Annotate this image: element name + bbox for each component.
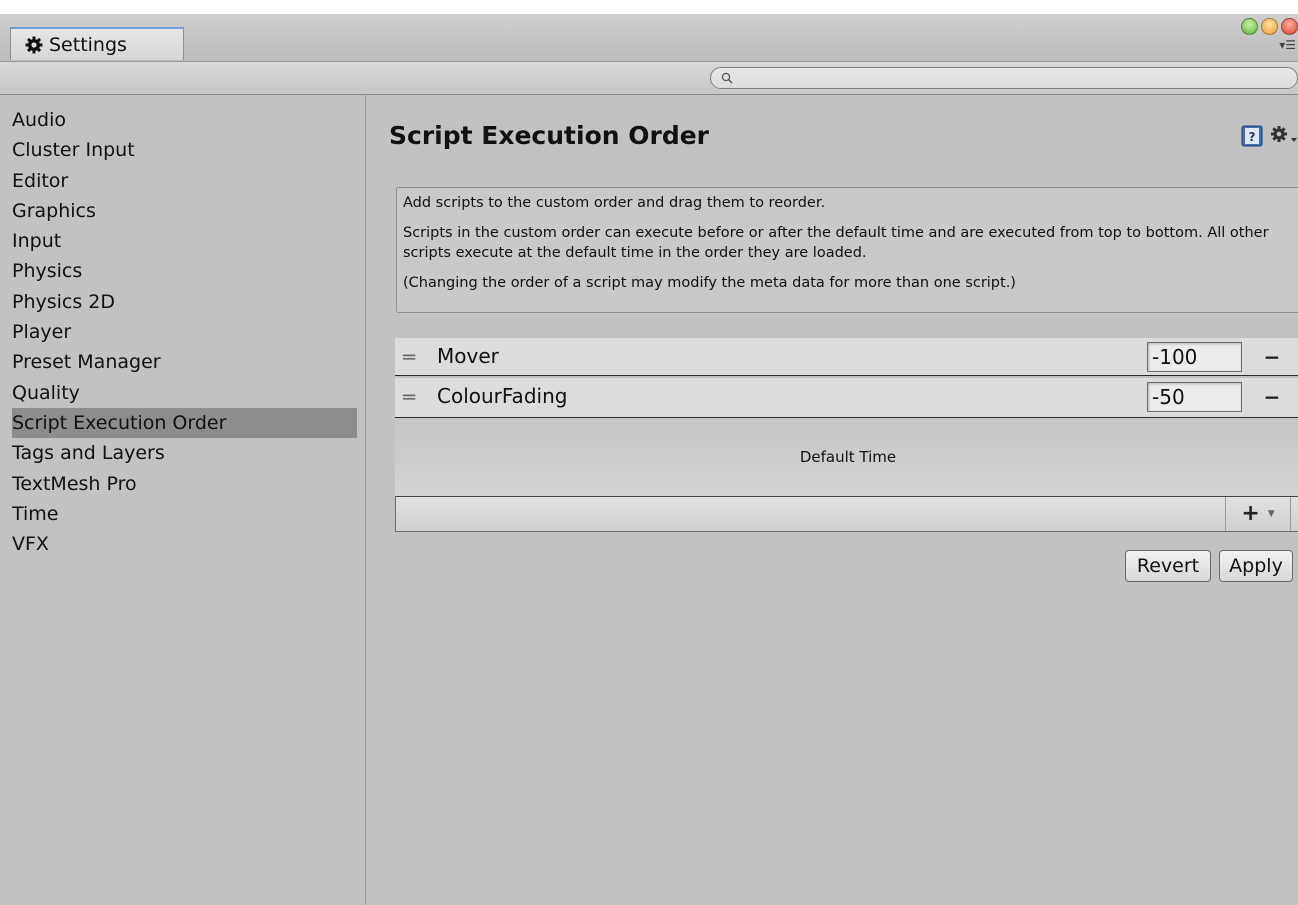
sidebar-item-tags-and-layers[interactable]: Tags and Layers: [0, 438, 345, 468]
window-controls: [1228, 18, 1298, 38]
minimize-button[interactable]: [1261, 18, 1278, 35]
sidebar-item-input[interactable]: Input: [0, 226, 345, 256]
sidebar: Audio Cluster Input Editor Graphics Inpu…: [0, 95, 366, 905]
sidebar-item-script-execution-order[interactable]: Script Execution Order: [12, 407, 357, 439]
minus-icon[interactable]: −: [1261, 342, 1283, 372]
sidebar-item-audio[interactable]: Audio: [0, 105, 345, 135]
help-book-icon[interactable]: ?: [1241, 125, 1263, 147]
default-time-row: Default Time: [395, 418, 1298, 496]
sidebar-item-graphics[interactable]: Graphics: [0, 196, 345, 226]
default-time-label: Default Time: [799, 448, 897, 466]
list-footer: + ▼: [395, 496, 1298, 532]
minus-icon[interactable]: −: [1261, 382, 1283, 412]
apply-button[interactable]: Apply: [1219, 550, 1293, 582]
tab-settings[interactable]: Settings: [10, 27, 184, 60]
main-panel: Script Execution Order ? Add scripts to …: [367, 95, 1298, 905]
sidebar-item-time[interactable]: Time: [0, 499, 345, 529]
revert-button[interactable]: Revert: [1125, 550, 1211, 582]
search-field[interactable]: [710, 67, 1298, 89]
chevron-down-icon: ▼: [1267, 509, 1275, 519]
page-title: Script Execution Order: [389, 121, 710, 150]
magnifier-icon: [721, 72, 733, 84]
info-line-1: Add scripts to the custom order and drag…: [403, 195, 826, 211]
search-input[interactable]: [739, 68, 1297, 88]
sidebar-item-vfx[interactable]: VFX: [0, 529, 345, 559]
info-line-3: (Changing the order of a script may modi…: [403, 275, 1016, 291]
gear-icon: [25, 36, 43, 54]
close-button[interactable]: [1281, 18, 1298, 35]
drag-handle-icon[interactable]: ═: [403, 347, 415, 367]
info-line-2: Scripts in the custom order can execute …: [403, 225, 1269, 261]
sidebar-list: Audio Cluster Input Editor Graphics Inpu…: [0, 95, 365, 559]
settings-window: Settings ▾☰ Audio Cluster Input Editor G…: [0, 14, 1298, 905]
drag-handle-icon[interactable]: ═: [403, 387, 415, 407]
menu-icon[interactable]: ▾☰: [1274, 39, 1296, 51]
plus-icon: +: [1241, 501, 1260, 526]
order-field[interactable]: -50: [1147, 382, 1242, 412]
sidebar-item-textmesh-pro[interactable]: TextMesh Pro: [0, 469, 345, 499]
sidebar-item-preset-manager[interactable]: Preset Manager: [0, 347, 345, 377]
maximize-button[interactable]: [1241, 18, 1258, 35]
script-name: Mover: [437, 344, 499, 368]
script-name: ColourFading: [437, 384, 568, 408]
title-bar: Settings ▾☰: [0, 14, 1298, 62]
sidebar-item-player[interactable]: Player: [0, 317, 345, 347]
order-field[interactable]: -100: [1147, 342, 1242, 372]
script-row[interactable]: ═ ColourFading -50 −: [395, 378, 1298, 418]
sidebar-item-editor[interactable]: Editor: [0, 166, 345, 196]
tab-title: Settings: [49, 33, 127, 56]
gear-dropdown-icon[interactable]: [1269, 124, 1298, 148]
svg-text:?: ?: [1249, 130, 1256, 144]
sidebar-item-quality[interactable]: Quality: [0, 378, 345, 408]
info-box: Add scripts to the custom order and drag…: [396, 187, 1298, 313]
sidebar-item-physics[interactable]: Physics: [0, 256, 345, 286]
script-row[interactable]: ═ Mover -100 −: [395, 338, 1298, 376]
search-row: [0, 62, 1298, 95]
sidebar-item-cluster-input[interactable]: Cluster Input: [0, 135, 345, 165]
add-script-dropdown[interactable]: + ▼: [1225, 497, 1291, 531]
sidebar-item-physics-2d[interactable]: Physics 2D: [0, 287, 345, 317]
